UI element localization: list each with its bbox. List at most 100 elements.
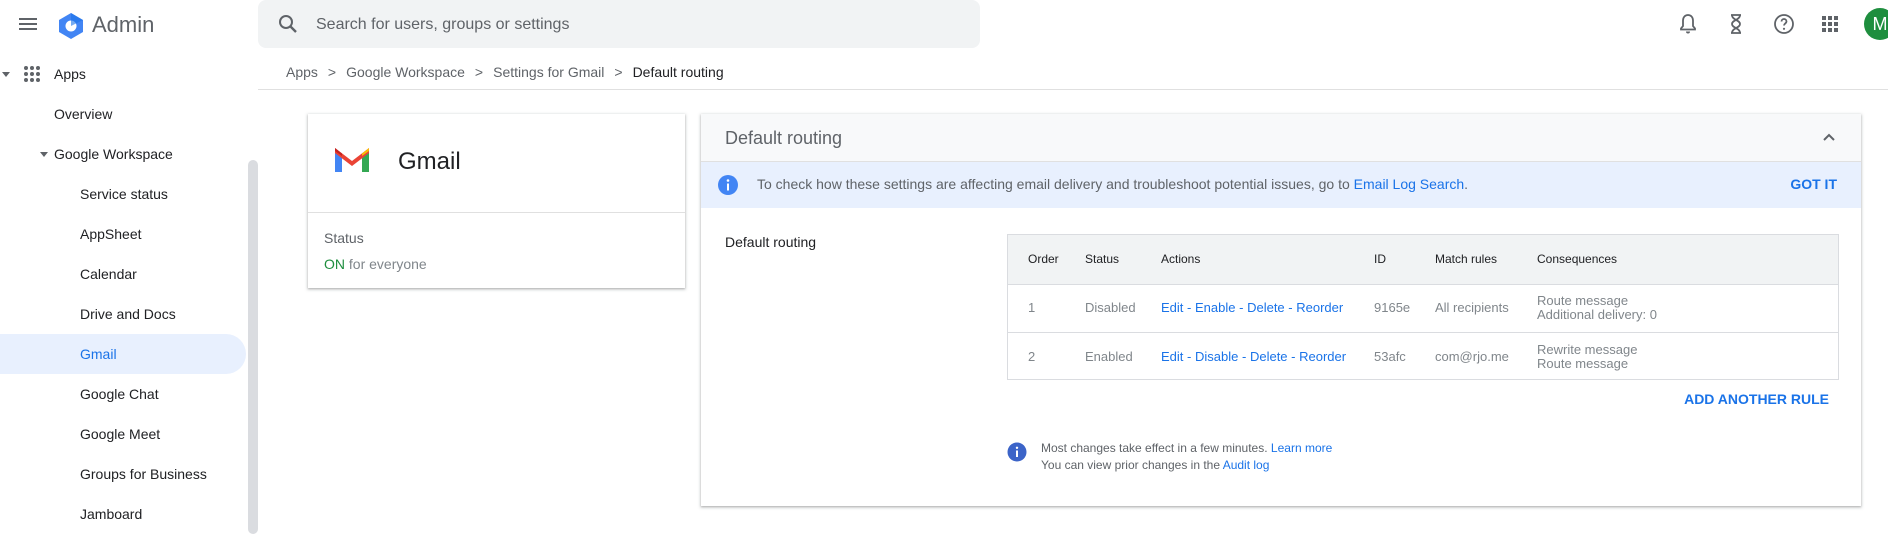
sidebar-item-label: Calendar <box>80 266 137 282</box>
apps-grid-icon[interactable] <box>1818 12 1842 36</box>
search-box[interactable] <box>258 0 980 50</box>
sidebar-item-apps[interactable]: Apps <box>0 54 246 94</box>
column-header-actions: Actions <box>1161 252 1201 266</box>
action-separator: - <box>1239 300 1244 315</box>
panel-title: Default routing <box>725 128 843 148</box>
cell-status: Enabled <box>1085 349 1133 364</box>
table-header: Order Status Actions ID Match rules Cons… <box>1008 235 1838 285</box>
sidebar-item-google-meet[interactable]: Google Meet <box>0 414 246 454</box>
search-input[interactable] <box>314 0 958 50</box>
app-info-card: Gmail Status ON for everyone <box>308 114 685 288</box>
consequence-line: Additional delivery: 0 <box>1537 307 1657 322</box>
info-banner: To check how these settings are affectin… <box>701 162 1861 208</box>
help-icon[interactable] <box>1772 12 1796 36</box>
sidebar-item-overview[interactable]: Overview <box>0 94 246 134</box>
breadcrumb-item-apps[interactable]: Apps <box>286 64 318 80</box>
cell-actions: Edit - Disable - Delete - Reorder <box>1161 350 1346 364</box>
reorder-link[interactable]: Reorder <box>1296 300 1343 315</box>
status-scope: for everyone <box>348 256 427 272</box>
cell-match-rules: All recipients <box>1435 300 1509 315</box>
got-it-button[interactable]: GOT IT <box>1790 176 1837 192</box>
app-name: Gmail <box>398 148 461 175</box>
changes-note: Most changes take effect in a few minute… <box>1041 440 1332 474</box>
column-header-consequences[interactable]: Consequences <box>1537 252 1617 266</box>
sidebar-item-google-chat[interactable]: Google Chat <box>0 374 246 414</box>
gmail-logo-icon <box>335 148 369 172</box>
panel-header[interactable]: Default routing <box>701 114 1861 162</box>
cell-consequences: Rewrite message Route message <box>1537 343 1637 371</box>
info-icon <box>1007 442 1027 462</box>
routing-rules-table: Order Status Actions ID Match rules Cons… <box>1007 234 1839 380</box>
sidebar-item-jamboard[interactable]: Jamboard <box>0 494 246 534</box>
sidebar-item-service-status[interactable]: Service status <box>0 174 246 214</box>
breadcrumb-separator: > <box>327 64 337 80</box>
search-icon <box>279 15 297 33</box>
breadcrumb-separator: > <box>614 64 623 80</box>
audit-log-link[interactable]: Audit log <box>1223 458 1270 472</box>
section-label: Default routing <box>725 234 817 250</box>
notifications-icon[interactable] <box>1676 12 1700 36</box>
sidebar-nav: Apps Overview Google Workspace Service s… <box>0 54 258 534</box>
action-separator: - <box>1187 300 1192 315</box>
cell-order: 1 <box>1028 300 1036 315</box>
sidebar-item-label: Gmail <box>80 346 117 362</box>
breadcrumb-item-settings-for-gmail[interactable]: Settings for Gmail <box>493 64 604 80</box>
learn-more-link[interactable]: Learn more <box>1271 441 1332 455</box>
breadcrumb: Apps > Google Workspace > Settings for Gmail… <box>286 62 724 82</box>
top-bar: Admin M <box>0 0 1888 50</box>
consequence-line: Route message <box>1537 356 1629 371</box>
breadcrumb-item-google-workspace[interactable]: Google Workspace <box>346 64 465 80</box>
caret-down-icon <box>2 72 10 77</box>
table-row: 1 Disabled Edit - Enable - Delete - Reor… <box>1008 284 1838 333</box>
column-header-id[interactable]: ID <box>1374 252 1386 266</box>
cell-order: 2 <box>1028 349 1036 364</box>
header-divider <box>258 89 1888 90</box>
apps-grid-icon <box>24 66 40 82</box>
sidebar-item-gmail[interactable]: Gmail <box>0 334 246 374</box>
caret-down-icon <box>40 152 48 157</box>
reorder-link[interactable]: Reorder <box>1299 349 1346 364</box>
sidebar-scrollbar[interactable] <box>248 160 258 534</box>
disable-link[interactable]: Disable <box>1195 349 1238 364</box>
note-line-1: Most changes take effect in a few minute… <box>1041 441 1268 455</box>
cell-id: 53afc <box>1374 349 1406 364</box>
sidebar-item-label: AppSheet <box>80 226 142 242</box>
delete-link[interactable]: Delete <box>1250 349 1288 364</box>
edit-link[interactable]: Edit <box>1161 349 1183 364</box>
add-another-rule-button[interactable]: ADD ANOTHER RULE <box>1684 391 1829 407</box>
admin-logo-icon[interactable] <box>56 11 86 41</box>
note-line-2: You can view prior changes in the <box>1041 458 1221 472</box>
breadcrumb-separator: > <box>474 64 484 80</box>
column-header-order[interactable]: Order <box>1028 252 1059 266</box>
sidebar-item-google-workspace[interactable]: Google Workspace <box>0 134 246 174</box>
sidebar-item-label: Google Meet <box>80 426 161 442</box>
tasks-hourglass-icon[interactable] <box>1724 12 1748 36</box>
sidebar-item-label: Apps <box>54 66 86 82</box>
sidebar-item-groups-for-business[interactable]: Groups for Business <box>0 454 246 494</box>
action-separator: - <box>1291 349 1296 364</box>
column-header-status[interactable]: Status <box>1085 252 1119 266</box>
sidebar-item-appsheet[interactable]: AppSheet <box>0 214 246 254</box>
sidebar-item-label: Overview <box>54 106 113 122</box>
enable-link[interactable]: Enable <box>1195 300 1235 315</box>
admin-brand[interactable]: Admin <box>92 12 154 38</box>
avatar[interactable]: M <box>1864 8 1888 40</box>
cell-actions: Edit - Enable - Delete - Reorder <box>1161 301 1343 315</box>
delete-link[interactable]: Delete <box>1247 300 1285 315</box>
breadcrumb-current: Default routing <box>632 64 724 80</box>
chevron-up-icon[interactable] <box>1817 126 1841 150</box>
edit-link[interactable]: Edit <box>1161 300 1183 315</box>
sidebar-item-label: Drive and Docs <box>80 306 176 322</box>
card-divider <box>308 212 685 213</box>
column-header-match-rules[interactable]: Match rules <box>1435 252 1497 266</box>
sidebar-item-label: Groups for Business <box>80 466 207 482</box>
status-on-badge: ON <box>324 256 345 272</box>
sidebar-item-label: Google Chat <box>80 386 159 402</box>
banner-message: To check how these settings are affectin… <box>757 176 1350 192</box>
menu-icon[interactable] <box>16 12 40 36</box>
table-row: 2 Enabled Edit - Disable - Delete - Reor… <box>1008 333 1838 381</box>
sidebar-item-drive-and-docs[interactable]: Drive and Docs <box>0 294 246 334</box>
status-label: Status <box>324 230 364 246</box>
email-log-search-link[interactable]: Email Log Search <box>1354 176 1465 192</box>
sidebar-item-calendar[interactable]: Calendar <box>0 254 246 294</box>
